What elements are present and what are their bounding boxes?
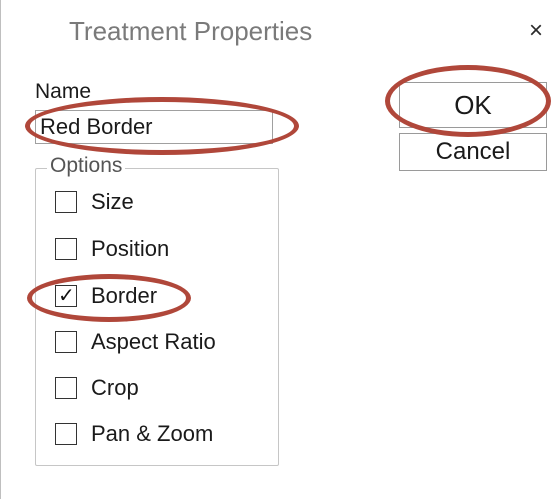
option-label: Aspect Ratio (91, 329, 216, 354)
options-legend: Options (47, 154, 126, 178)
crop-checkbox[interactable] (55, 377, 77, 399)
option-label: Size (91, 189, 134, 214)
option-label: Crop (91, 375, 139, 400)
size-checkbox[interactable] (55, 191, 77, 213)
pan-zoom-checkbox[interactable] (55, 423, 77, 445)
title-bar: Treatment Properties × (1, 0, 558, 66)
ok-button[interactable]: OK (399, 82, 547, 128)
option-size[interactable]: Size (55, 187, 134, 217)
option-label: Border (91, 283, 158, 308)
checkmark-icon: ✓ (58, 285, 75, 307)
border-checkbox[interactable]: ✓ (55, 285, 77, 307)
aspect-ratio-checkbox[interactable] (55, 331, 77, 353)
option-aspect-ratio[interactable]: Aspect Ratio (55, 327, 216, 357)
option-border[interactable]: ✓ Border (55, 281, 157, 311)
close-icon[interactable]: × (521, 14, 551, 48)
option-label: Pan & Zoom (91, 421, 214, 446)
option-position[interactable]: Position (55, 234, 169, 264)
option-crop[interactable]: Crop (55, 373, 139, 403)
name-input[interactable] (35, 110, 273, 144)
cancel-button[interactable]: Cancel (399, 133, 547, 171)
position-checkbox[interactable] (55, 238, 77, 260)
dialog-title: Treatment Properties (69, 16, 313, 46)
name-label: Name (35, 80, 92, 103)
option-label: Position (91, 236, 170, 261)
option-pan-zoom[interactable]: Pan & Zoom (55, 419, 213, 449)
treatment-properties-dialog: Treatment Properties × Name OK Cancel Op… (0, 0, 558, 499)
